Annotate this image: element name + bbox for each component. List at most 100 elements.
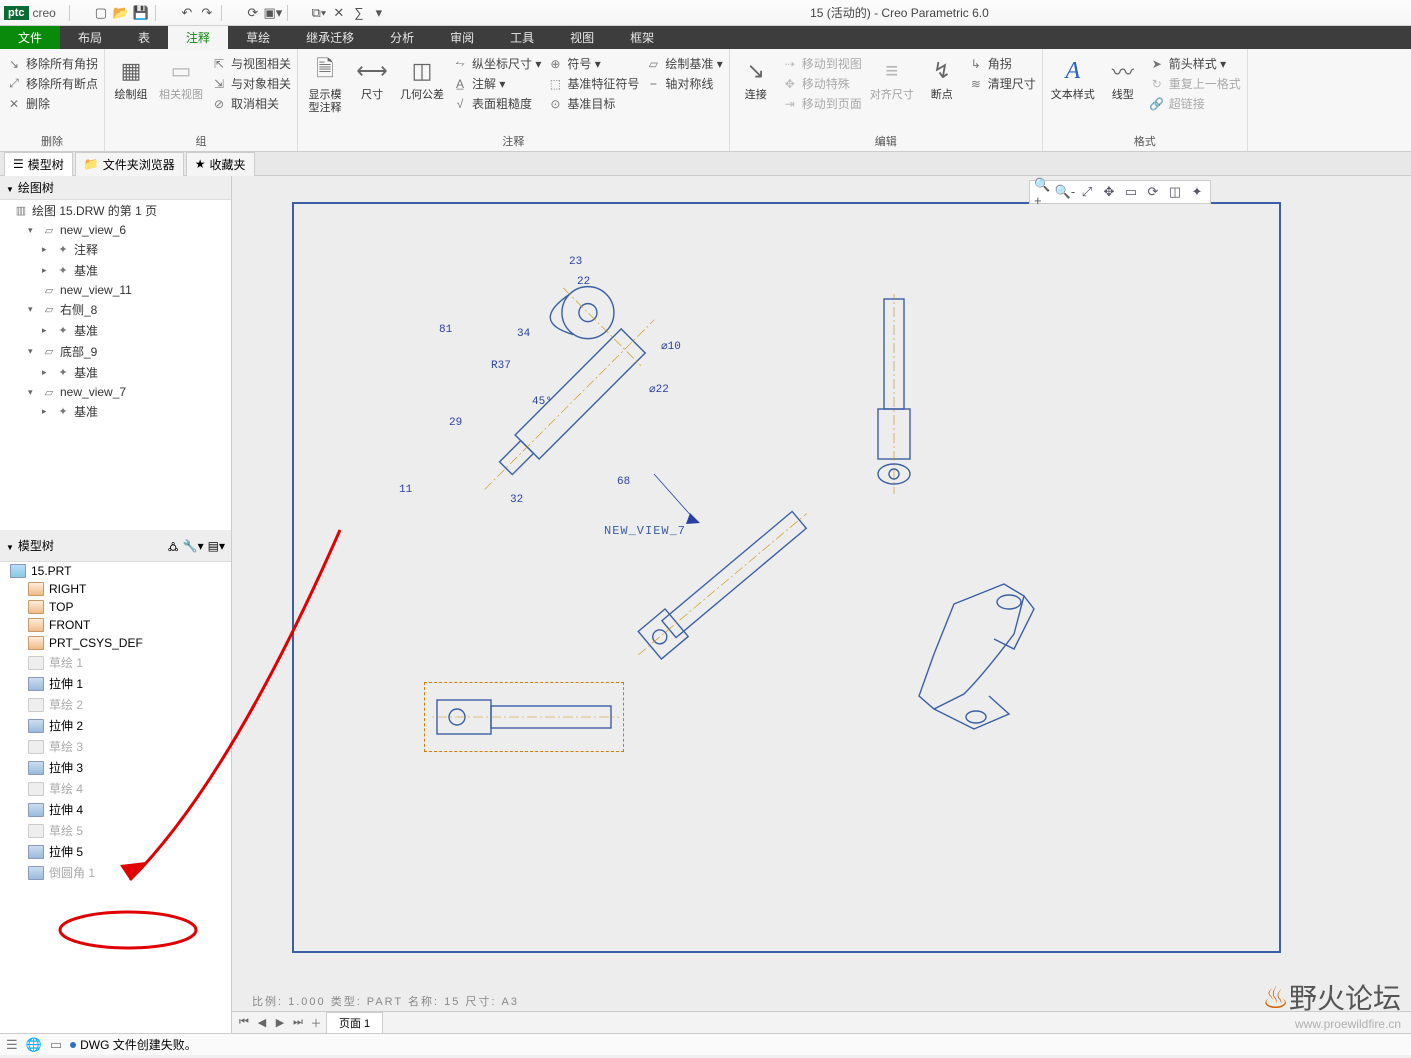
btn-remove-jogs[interactable]: ↘移除所有角拐 — [6, 55, 98, 72]
draw-tree-child[interactable]: ▸✦注释 — [42, 239, 231, 260]
btn-line-style[interactable]: 〰线型 — [1103, 53, 1143, 131]
btn-unrelate[interactable]: ⊘取消相关 — [211, 95, 291, 112]
sheet-first-icon[interactable]: ⏮ — [236, 1016, 252, 1029]
menu-tab-inherit[interactable]: 继承迁移 — [288, 26, 372, 49]
model-tree-item[interactable]: 倒圆角 1 — [24, 862, 231, 883]
btn-relate-to-object[interactable]: ⇲与对象相关 — [211, 75, 291, 92]
btn-dimension[interactable]: ⟷尺寸 — [352, 53, 392, 131]
qat-close-win-icon[interactable]: ✕ — [330, 4, 348, 22]
model-tree-item[interactable]: 草绘 5 — [24, 820, 231, 841]
model-tree[interactable]: 15.PRT RIGHTTOPFRONTPRT_CSYS_DEF草绘 1拉伸 1… — [0, 562, 231, 1033]
btn-related-view[interactable]: ▭相关视图 — [157, 53, 205, 131]
zoom-fit-icon[interactable]: ⤢ — [1078, 183, 1096, 201]
model-tree-item[interactable]: PRT_CSYS_DEF — [24, 634, 231, 652]
model-tree-item[interactable]: 拉伸 2 — [24, 715, 231, 736]
btn-attach[interactable]: ↘连接 — [736, 53, 776, 131]
draw-tree-view[interactable]: ▾▱底部_9 — [28, 341, 231, 362]
btn-relate-to-view[interactable]: ⇱与视图相关 — [211, 55, 291, 72]
sb-tree-icon[interactable]: ☰ — [6, 1037, 18, 1053]
btn-remove-breaks[interactable]: ⤢移除所有断点 — [6, 75, 98, 92]
model-tree-item[interactable]: 拉伸 4 — [24, 799, 231, 820]
qat-windows-icon[interactable]: ⧉▾ — [310, 4, 328, 22]
sheet-icon[interactable]: ▭ — [1122, 183, 1140, 201]
btn-show-model-annot[interactable]: 🗎显示模型注释 — [304, 53, 346, 131]
draw-tree-view[interactable]: ▾▱new_view_6 — [28, 221, 231, 239]
model-tree-item[interactable]: TOP — [24, 598, 231, 616]
dim-r37[interactable]: R37 — [491, 360, 511, 372]
btn-axis-sym-line[interactable]: ⎯轴对称线 — [645, 75, 722, 92]
draw-tree-view[interactable]: ▾▱右侧_8 — [28, 299, 231, 320]
dim-34[interactable]: 34 — [517, 328, 530, 340]
view-bottom-9[interactable] — [429, 688, 619, 746]
draw-tree-child[interactable]: ▸✦基准 — [42, 362, 231, 383]
draw-tree-view[interactable]: ▱new_view_11 — [28, 281, 231, 299]
menu-tab-sketch[interactable]: 草绘 — [228, 26, 288, 49]
qat-more-icon[interactable]: ▾ — [370, 4, 388, 22]
qat-undo-icon[interactable]: ↶ — [178, 4, 196, 22]
dim-phi10[interactable]: ⌀10 — [661, 339, 681, 353]
display-style-icon[interactable]: ◫ — [1166, 183, 1184, 201]
btn-cleanup-dims[interactable]: ≋清理尺寸 — [968, 75, 1036, 92]
btn-jog[interactable]: ↳角拐 — [968, 55, 1036, 72]
btn-break[interactable]: ↯断点 — [922, 53, 962, 131]
sheet-add-icon[interactable]: ＋ — [308, 1015, 324, 1031]
menu-tab-review[interactable]: 审阅 — [432, 26, 492, 49]
model-tree-item[interactable]: 草绘 2 — [24, 694, 231, 715]
draw-tree-root[interactable]: ▥绘图 15.DRW 的第 1 页 — [14, 200, 231, 221]
btn-datum-feature-symbol[interactable]: ⬚基准特征符号 — [547, 75, 639, 92]
qat-redo-icon[interactable]: ↷ — [198, 4, 216, 22]
model-tree-item[interactable]: 草绘 1 — [24, 652, 231, 673]
sheet-last-icon[interactable]: ⏭ — [290, 1016, 306, 1029]
dim-45deg[interactable]: 45° — [532, 396, 552, 408]
qat-regen-icon[interactable]: ⟳ — [244, 4, 262, 22]
nav-tab-folder-browser[interactable]: 📁文件夹浏览器 — [75, 152, 184, 176]
mtree-filter-icon[interactable]: 🜛 — [168, 533, 179, 558]
draw-tree-header[interactable]: 绘图树 — [0, 176, 231, 200]
btn-drawn-datum[interactable]: ▱绘制基准 ▾ — [645, 55, 722, 72]
mtree-settings-icon[interactable]: 🔧▾ — [183, 539, 204, 553]
draw-tree-child[interactable]: ▸✦基准 — [42, 320, 231, 341]
draw-tree-child[interactable]: ▸✦基准 — [42, 260, 231, 281]
btn-datum-target[interactable]: ⊙基准目标 — [547, 95, 639, 112]
model-tree-root[interactable]: 15.PRT — [6, 562, 231, 580]
zoom-out-icon[interactable]: 🔍- — [1056, 183, 1074, 201]
btn-ordinate-dim[interactable]: ⥊纵坐标尺寸 ▾ — [452, 55, 541, 72]
btn-draw-group[interactable]: ▦绘制组 — [111, 53, 151, 131]
repaint-icon[interactable]: ⟳ — [1144, 183, 1162, 201]
btn-delete[interactable]: ✕删除 — [6, 95, 98, 112]
menu-tab-analysis[interactable]: 分析 — [372, 26, 432, 49]
menu-tab-tools[interactable]: 工具 — [492, 26, 552, 49]
model-tree-header[interactable]: 模型树 🜛 🔧▾ ▤▾ — [0, 530, 231, 562]
model-tree-item[interactable]: 拉伸 3 — [24, 757, 231, 778]
csys-display-icon[interactable]: ✦ — [1188, 183, 1206, 201]
draw-tree[interactable]: ▥绘图 15.DRW 的第 1 页 ▾▱new_view_6▸✦注释▸✦基准 ▱… — [0, 200, 231, 530]
draw-tree-child[interactable]: ▸✦基准 — [42, 401, 231, 422]
nav-tab-favorites[interactable]: ★收藏夹 — [186, 152, 255, 176]
dim-81[interactable]: 81 — [439, 324, 452, 336]
view-new-view-6[interactable] — [914, 574, 1114, 754]
btn-text-style[interactable]: A文本样式 — [1049, 53, 1097, 131]
model-tree-item[interactable]: 拉伸 1 — [24, 673, 231, 694]
qat-new-icon[interactable]: ▢ — [92, 4, 110, 22]
graphics-area[interactable]: 🔍+ 🔍- ⤢ ✥ ▭ ⟳ ◫ ✦ — [232, 176, 1411, 1033]
qat-select-box-icon[interactable]: ▣▾ — [264, 4, 282, 22]
dim-32[interactable]: 32 — [510, 494, 523, 506]
dim-22[interactable]: 22 — [577, 276, 590, 288]
sheet-prev-icon[interactable]: ◀ — [254, 1016, 270, 1029]
model-tree-item[interactable]: 草绘 4 — [24, 778, 231, 799]
qat-relations-icon[interactable]: ∑ — [350, 4, 368, 22]
menu-tab-view[interactable]: 视图 — [552, 26, 612, 49]
dim-23[interactable]: 23 — [569, 256, 582, 268]
menu-file[interactable]: 文件 — [0, 26, 60, 49]
qat-save-icon[interactable]: 💾 — [132, 4, 150, 22]
dim-11[interactable]: 11 — [399, 484, 412, 496]
sheet-tab-1[interactable]: 页面 1 — [326, 1012, 383, 1034]
menu-tab-layout[interactable]: 布局 — [60, 26, 120, 49]
model-tree-item[interactable]: 草绘 3 — [24, 736, 231, 757]
dim-29[interactable]: 29 — [449, 417, 462, 429]
btn-arrow-style[interactable]: ➤箭头样式 ▾ — [1149, 55, 1241, 72]
sb-browser-icon[interactable]: 🌐 — [26, 1037, 42, 1053]
view-right-8[interactable] — [864, 294, 924, 494]
menu-tab-frame[interactable]: 框架 — [612, 26, 672, 49]
qat-open-icon[interactable]: 📂 — [112, 4, 130, 22]
